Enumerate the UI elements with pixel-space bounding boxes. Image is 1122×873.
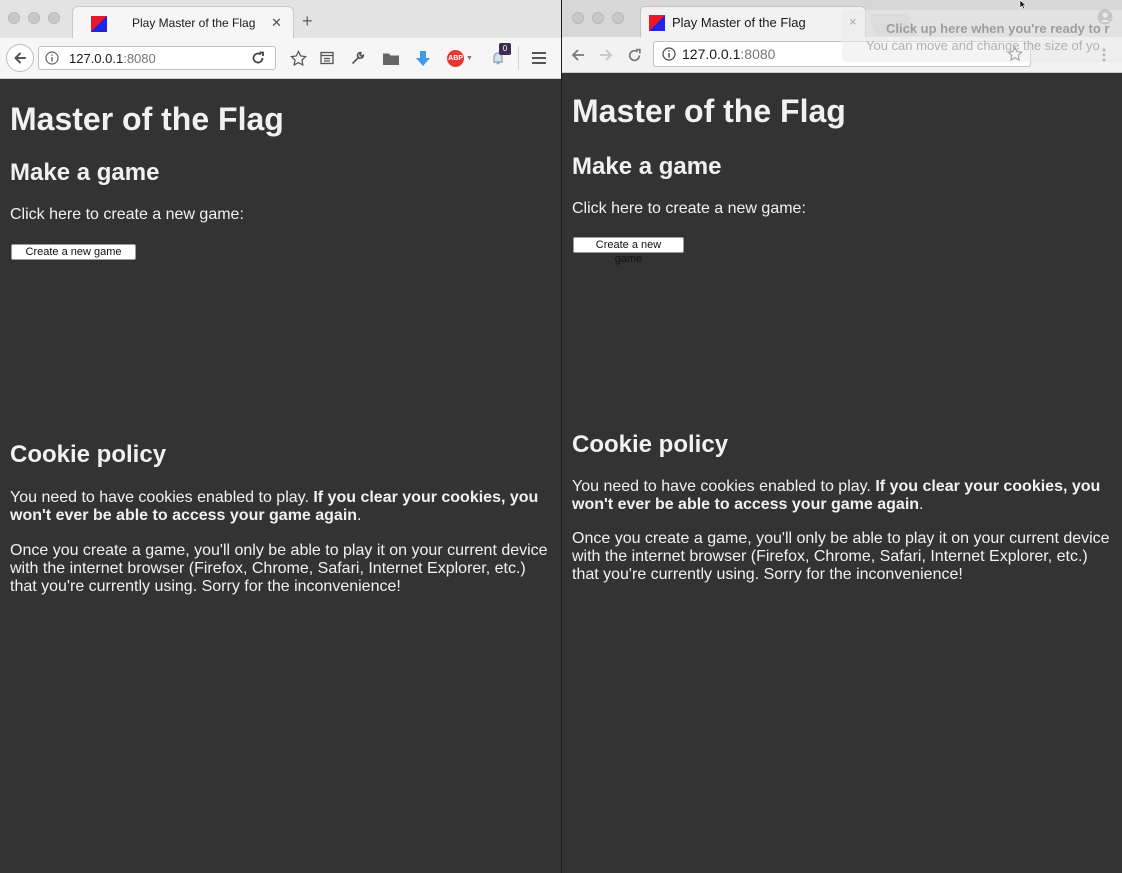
reload-icon[interactable] [624, 45, 644, 65]
url-port: :8080 [740, 46, 776, 62]
star-icon[interactable] [289, 49, 307, 67]
new-tab-icon[interactable]: + [302, 12, 313, 30]
tab-title: Play Master of the Flag [132, 16, 256, 30]
window-minimize-button[interactable] [592, 12, 604, 24]
cookie-text: You need to have cookies enabled to play… [572, 478, 876, 495]
cookie-policy-heading: Cookie policy [572, 431, 729, 458]
mouse-cursor-icon [1019, 0, 1027, 10]
menu-icon[interactable] [529, 49, 549, 67]
make-game-text: Click here to create a new game: [572, 200, 806, 217]
folder-icon[interactable] [381, 49, 401, 67]
page-title: Master of the Flag [10, 101, 284, 137]
cookie-paragraph-2: Once you create a game, you'll only be a… [10, 542, 548, 595]
info-icon[interactable] [44, 50, 60, 66]
back-icon[interactable] [6, 44, 34, 72]
chrome-window: Play Master of the Flag × 127.0.0.1:8080 [562, 0, 1122, 873]
firefox-window: Play Master of the Flag ✕ + 127.0.0.1:80… [0, 0, 561, 873]
make-game-heading: Make a game [10, 159, 160, 186]
create-game-button[interactable]: Create a new game [573, 237, 684, 265]
cookie-paragraph-2: Once you create a game, you'll only be a… [572, 530, 1110, 583]
window-close-button[interactable] [8, 12, 20, 24]
url-port: :8080 [123, 51, 156, 66]
flag-favicon-icon [649, 15, 665, 31]
url-text: 127.0.0.1:8080 [682, 46, 775, 62]
cookie-text-end: . [919, 496, 924, 513]
window-zoom-button[interactable] [612, 12, 624, 24]
close-icon[interactable]: ✕ [271, 15, 282, 31]
url-text: 127.0.0.1:8080 [69, 51, 156, 66]
window-minimize-button[interactable] [28, 12, 40, 24]
wrench-icon[interactable] [349, 49, 367, 67]
back-icon[interactable] [568, 45, 588, 65]
reload-icon[interactable] [249, 49, 267, 67]
make-game-text: Click here to create a new game: [10, 206, 244, 223]
tab-active[interactable]: Play Master of the Flag ✕ [72, 6, 294, 39]
page-content: Master of the Flag Make a game Click her… [562, 73, 1122, 873]
cookie-text-end: . [357, 507, 362, 524]
tab-active[interactable]: Play Master of the Flag × [640, 6, 866, 38]
download-icon[interactable] [413, 48, 433, 68]
cookie-policy-heading: Cookie policy [10, 441, 167, 468]
url-bar[interactable]: 127.0.0.1:8080 [38, 46, 276, 70]
page-title: Master of the Flag [572, 93, 846, 129]
url-host: 127.0.0.1 [69, 51, 124, 66]
cookie-text: You need to have cookies enabled to play… [10, 489, 314, 506]
forward-icon[interactable] [596, 45, 616, 65]
info-icon[interactable] [661, 46, 677, 62]
tab-title: Play Master of the Flag [672, 15, 806, 30]
hint-line-1: Click up here when you're ready to r [886, 21, 1110, 36]
create-game-button[interactable]: Create a new game [11, 244, 136, 260]
window-close-button[interactable] [572, 12, 584, 24]
adblock-icon[interactable]: ABP ▼ [445, 49, 475, 67]
reading-list-icon[interactable] [318, 49, 336, 67]
cookie-paragraph-1: You need to have cookies enabled to play… [10, 489, 555, 525]
toolbar-separator [518, 46, 519, 70]
hint-line-2: You can move and change the size of yo [866, 38, 1100, 53]
window-zoom-button[interactable] [48, 12, 60, 24]
navigation-toolbar: 127.0.0.1:8080 ABP ▼ 0 [0, 38, 561, 79]
notification-count-badge: 0 [499, 43, 511, 55]
url-host: 127.0.0.1 [682, 46, 741, 62]
flag-favicon-icon [91, 16, 107, 32]
recording-hint-overlay[interactable] [842, 10, 1122, 62]
make-game-heading: Make a game [572, 153, 722, 180]
adblock-label: ABP [447, 49, 465, 67]
tab-strip: Play Master of the Flag ✕ + [0, 0, 561, 39]
page-content: Master of the Flag Make a game Click her… [0, 79, 561, 873]
cookie-paragraph-1: You need to have cookies enabled to play… [572, 478, 1112, 514]
